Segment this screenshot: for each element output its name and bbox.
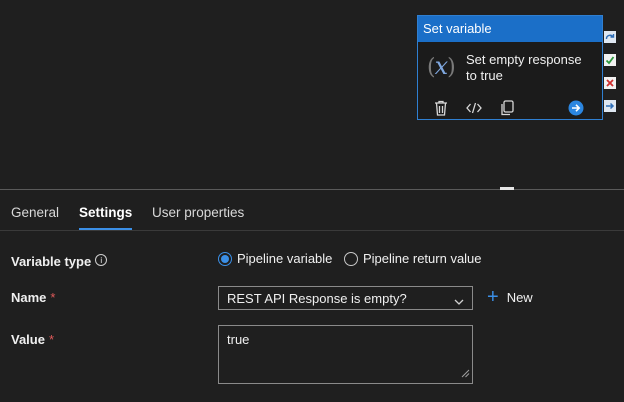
delete-icon[interactable] bbox=[432, 99, 450, 117]
activity-body: (x) Set empty response to true bbox=[418, 42, 602, 94]
tab-general[interactable]: General bbox=[11, 198, 59, 230]
required-mark: * bbox=[48, 332, 55, 347]
tab-settings[interactable]: Settings bbox=[79, 198, 133, 230]
variable-icon: (x) bbox=[427, 52, 456, 80]
value-text: true bbox=[227, 332, 250, 347]
redo-icon[interactable] bbox=[604, 31, 616, 43]
resize-grip-icon[interactable] bbox=[461, 366, 470, 381]
pipeline-canvas[interactable]: Set variable (x) Set empty response to t… bbox=[0, 0, 624, 190]
failure-x-icon[interactable] bbox=[604, 77, 616, 89]
value-label: Value * bbox=[11, 332, 55, 347]
activity-actions bbox=[418, 96, 602, 118]
name-label: Name * bbox=[11, 290, 56, 305]
code-icon[interactable] bbox=[465, 99, 483, 117]
radio-pipeline-variable[interactable]: Pipeline variable bbox=[218, 251, 332, 266]
chevron-down-icon[interactable] bbox=[454, 294, 464, 309]
name-select[interactable]: REST API Response is empty? bbox=[218, 286, 473, 310]
name-select-value: REST API Response is empty? bbox=[227, 291, 407, 306]
activity-output-ports bbox=[604, 31, 618, 123]
new-variable-button[interactable]: + New bbox=[487, 286, 533, 308]
tab-user-properties[interactable]: User properties bbox=[152, 198, 244, 230]
activity-description: Set empty response to true bbox=[466, 52, 582, 83]
splitter-handle[interactable] bbox=[500, 187, 514, 190]
panel-splitter bbox=[0, 189, 624, 190]
completion-arrow-icon[interactable] bbox=[604, 100, 616, 112]
value-textarea[interactable]: true bbox=[218, 325, 473, 384]
activity-title: Set variable bbox=[418, 16, 602, 42]
radio-label: Pipeline variable bbox=[237, 251, 333, 266]
radio-button[interactable] bbox=[344, 251, 358, 266]
radio-label: Pipeline return value bbox=[363, 251, 482, 266]
required-mark: * bbox=[50, 290, 56, 305]
success-check-icon[interactable] bbox=[604, 54, 616, 66]
new-button-label: New bbox=[506, 289, 533, 305]
copy-icon[interactable] bbox=[498, 99, 516, 117]
tab-divider bbox=[0, 230, 624, 231]
radio-pipeline-return-value[interactable]: Pipeline return value bbox=[344, 251, 482, 266]
radio-selected-dot bbox=[221, 254, 229, 263]
plus-icon: + bbox=[487, 286, 499, 308]
set-variable-activity[interactable]: Set variable (x) Set empty response to t… bbox=[417, 15, 603, 120]
info-icon[interactable]: i bbox=[95, 254, 108, 266]
radio-button[interactable] bbox=[218, 251, 232, 266]
go-arrow-icon[interactable] bbox=[567, 99, 585, 117]
variable-type-label: Variable type i bbox=[11, 254, 108, 269]
